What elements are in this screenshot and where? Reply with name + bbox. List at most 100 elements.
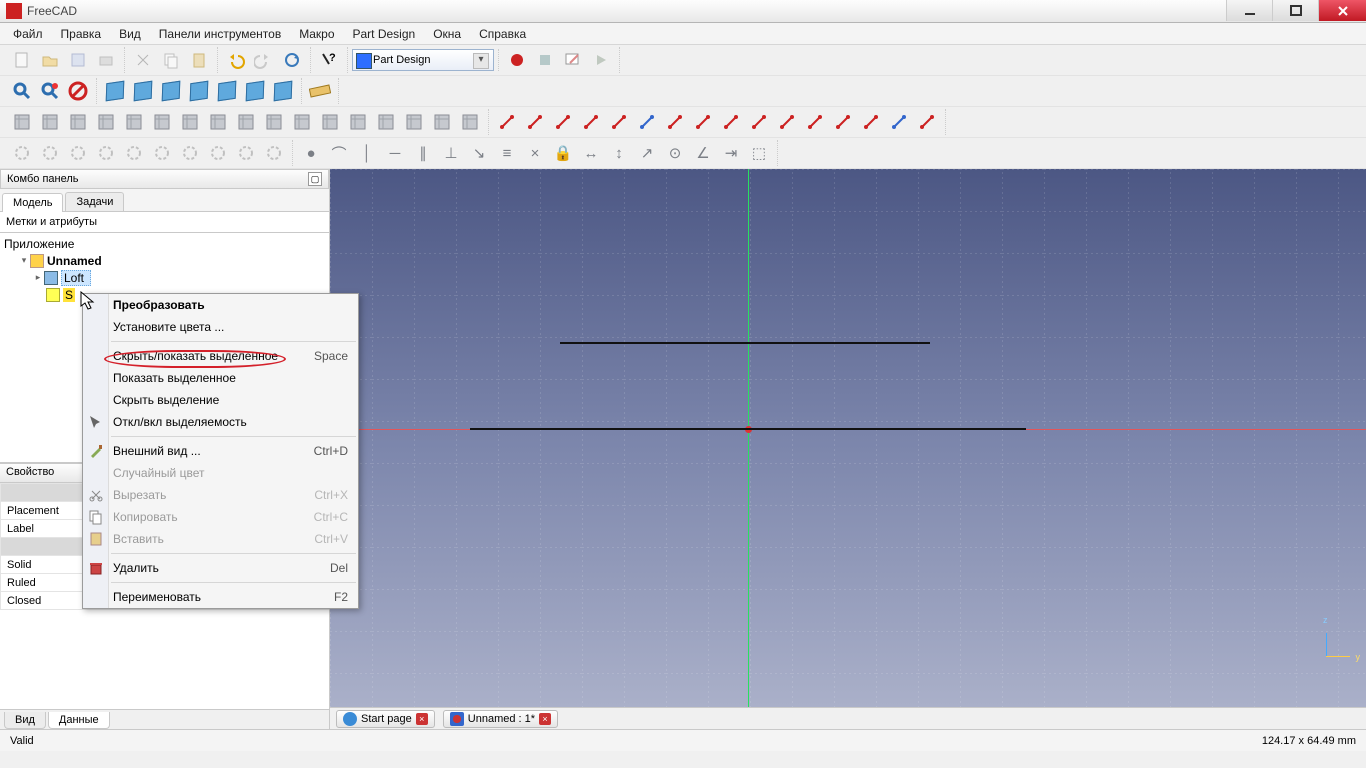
toolbar-button[interactable] bbox=[205, 109, 231, 135]
constraint-button[interactable]: × bbox=[522, 140, 548, 166]
context-menu-item[interactable]: Показать выделенное bbox=[83, 367, 358, 389]
menu-view[interactable]: Вид bbox=[110, 24, 150, 44]
sketch-tool-button[interactable] bbox=[886, 109, 912, 135]
redo-icon[interactable] bbox=[251, 47, 277, 73]
sketch-geom-button[interactable] bbox=[233, 140, 259, 166]
sketch-geom-button[interactable] bbox=[177, 140, 203, 166]
constraint-button[interactable]: ─ bbox=[382, 140, 408, 166]
toolbar-button[interactable] bbox=[457, 109, 483, 135]
constraint-button[interactable]: ⊙ bbox=[662, 140, 688, 166]
toolbar-button[interactable] bbox=[9, 109, 35, 135]
tree-item-loft[interactable]: ▸Loft bbox=[4, 269, 325, 286]
toolbar-button[interactable] bbox=[429, 109, 455, 135]
context-menu-item[interactable]: Скрыть выделение bbox=[83, 389, 358, 411]
toolbar-button[interactable] bbox=[65, 109, 91, 135]
draw-style-icon[interactable] bbox=[65, 78, 91, 104]
menu-help[interactable]: Справка bbox=[470, 24, 535, 44]
tab-tasks[interactable]: Задачи bbox=[65, 192, 124, 211]
open-file-icon[interactable] bbox=[37, 47, 63, 73]
sketch-tool-button[interactable] bbox=[774, 109, 800, 135]
sketch-tool-button[interactable] bbox=[718, 109, 744, 135]
sketch-tool-button[interactable] bbox=[494, 109, 520, 135]
sketch-tool-button[interactable] bbox=[662, 109, 688, 135]
menu-file[interactable]: Файл bbox=[4, 24, 52, 44]
view-left-icon[interactable] bbox=[270, 78, 296, 104]
sketch-geom-button[interactable] bbox=[9, 140, 35, 166]
toolbar-button[interactable] bbox=[93, 109, 119, 135]
toolbar-button[interactable] bbox=[149, 109, 175, 135]
cut-icon[interactable] bbox=[130, 47, 156, 73]
constraint-button[interactable]: ⬚ bbox=[746, 140, 772, 166]
context-menu-item[interactable]: Преобразовать bbox=[83, 294, 358, 316]
sketch-tool-button[interactable] bbox=[746, 109, 772, 135]
print-icon[interactable] bbox=[93, 47, 119, 73]
sketch-geom-button[interactable] bbox=[93, 140, 119, 166]
measure-icon[interactable] bbox=[307, 78, 333, 104]
macro-stop-icon[interactable] bbox=[532, 47, 558, 73]
sketch-geom-button[interactable] bbox=[37, 140, 63, 166]
window-maximize-button[interactable] bbox=[1272, 0, 1318, 21]
sketch-tool-button[interactable] bbox=[550, 109, 576, 135]
sketch-tool-button[interactable] bbox=[830, 109, 856, 135]
tree-document[interactable]: ▾Unnamed bbox=[4, 252, 325, 269]
sketch-geom-button[interactable] bbox=[121, 140, 147, 166]
constraint-button[interactable]: ↗ bbox=[634, 140, 660, 166]
sketch-tool-button[interactable] bbox=[802, 109, 828, 135]
prop-tab-view[interactable]: Вид bbox=[4, 712, 46, 729]
constraint-button[interactable]: ⌒ bbox=[326, 140, 352, 166]
zoom-fit-icon[interactable] bbox=[9, 78, 35, 104]
constraint-button[interactable]: ≡ bbox=[494, 140, 520, 166]
toolbar-button[interactable] bbox=[177, 109, 203, 135]
macro-edit-icon[interactable] bbox=[560, 47, 586, 73]
menu-windows[interactable]: Окна bbox=[424, 24, 470, 44]
sketch-tool-button[interactable] bbox=[578, 109, 604, 135]
constraint-button[interactable]: 🔒 bbox=[550, 140, 576, 166]
view-right-icon[interactable] bbox=[186, 78, 212, 104]
toolbar-button[interactable] bbox=[121, 109, 147, 135]
constraint-button[interactable]: ⇥ bbox=[718, 140, 744, 166]
panel-pin-icon[interactable]: ▢ bbox=[308, 172, 322, 186]
save-icon[interactable] bbox=[65, 47, 91, 73]
toolbar-button[interactable] bbox=[373, 109, 399, 135]
macro-record-icon[interactable] bbox=[504, 47, 530, 73]
whats-this-icon[interactable]: ? bbox=[316, 47, 342, 73]
context-menu-item[interactable]: Откл/вкл выделяемость bbox=[83, 411, 358, 433]
toolbar-button[interactable] bbox=[401, 109, 427, 135]
context-menu-item[interactable]: Установите цвета ... bbox=[83, 316, 358, 338]
doc-tab-start[interactable]: Start page × bbox=[336, 710, 435, 728]
close-tab-icon[interactable]: × bbox=[416, 713, 428, 725]
context-menu-item[interactable]: ПереименоватьF2 bbox=[83, 586, 358, 608]
constraint-button[interactable]: ∥ bbox=[410, 140, 436, 166]
zoom-all-icon[interactable] bbox=[37, 78, 63, 104]
paste-icon[interactable] bbox=[186, 47, 212, 73]
macro-play-icon[interactable] bbox=[588, 47, 614, 73]
view-iso-icon[interactable] bbox=[102, 78, 128, 104]
view-bottom-icon[interactable] bbox=[242, 78, 268, 104]
sketch-tool-button[interactable] bbox=[914, 109, 940, 135]
sketch-geom-button[interactable] bbox=[149, 140, 175, 166]
menu-toolbars[interactable]: Панели инструментов bbox=[150, 24, 290, 44]
toolbar-button[interactable] bbox=[37, 109, 63, 135]
sketch-tool-button[interactable] bbox=[606, 109, 632, 135]
3d-viewport[interactable]: zy bbox=[330, 169, 1366, 707]
menu-macro[interactable]: Maкро bbox=[290, 24, 343, 44]
constraint-button[interactable]: ↕ bbox=[606, 140, 632, 166]
constraint-button[interactable]: ↔ bbox=[578, 140, 604, 166]
new-file-icon[interactable] bbox=[9, 47, 35, 73]
context-menu-item[interactable]: УдалитьDel bbox=[83, 557, 358, 579]
undo-icon[interactable] bbox=[223, 47, 249, 73]
sketch-tool-button[interactable] bbox=[634, 109, 660, 135]
view-rear-icon[interactable] bbox=[214, 78, 240, 104]
workbench-selector[interactable]: Part Design bbox=[352, 49, 494, 71]
constraint-button[interactable]: ∠ bbox=[690, 140, 716, 166]
tab-model[interactable]: Модель bbox=[2, 193, 63, 212]
view-top-icon[interactable] bbox=[158, 78, 184, 104]
doc-tab-unnamed[interactable]: Unnamed : 1* × bbox=[443, 710, 558, 728]
toolbar-button[interactable] bbox=[233, 109, 259, 135]
constraint-button[interactable]: ↘ bbox=[466, 140, 492, 166]
sketch-geom-button[interactable] bbox=[65, 140, 91, 166]
menu-partdesign[interactable]: Part Design bbox=[344, 24, 425, 44]
constraint-button[interactable]: ⊥ bbox=[438, 140, 464, 166]
sketch-tool-button[interactable] bbox=[690, 109, 716, 135]
refresh-icon[interactable] bbox=[279, 47, 305, 73]
